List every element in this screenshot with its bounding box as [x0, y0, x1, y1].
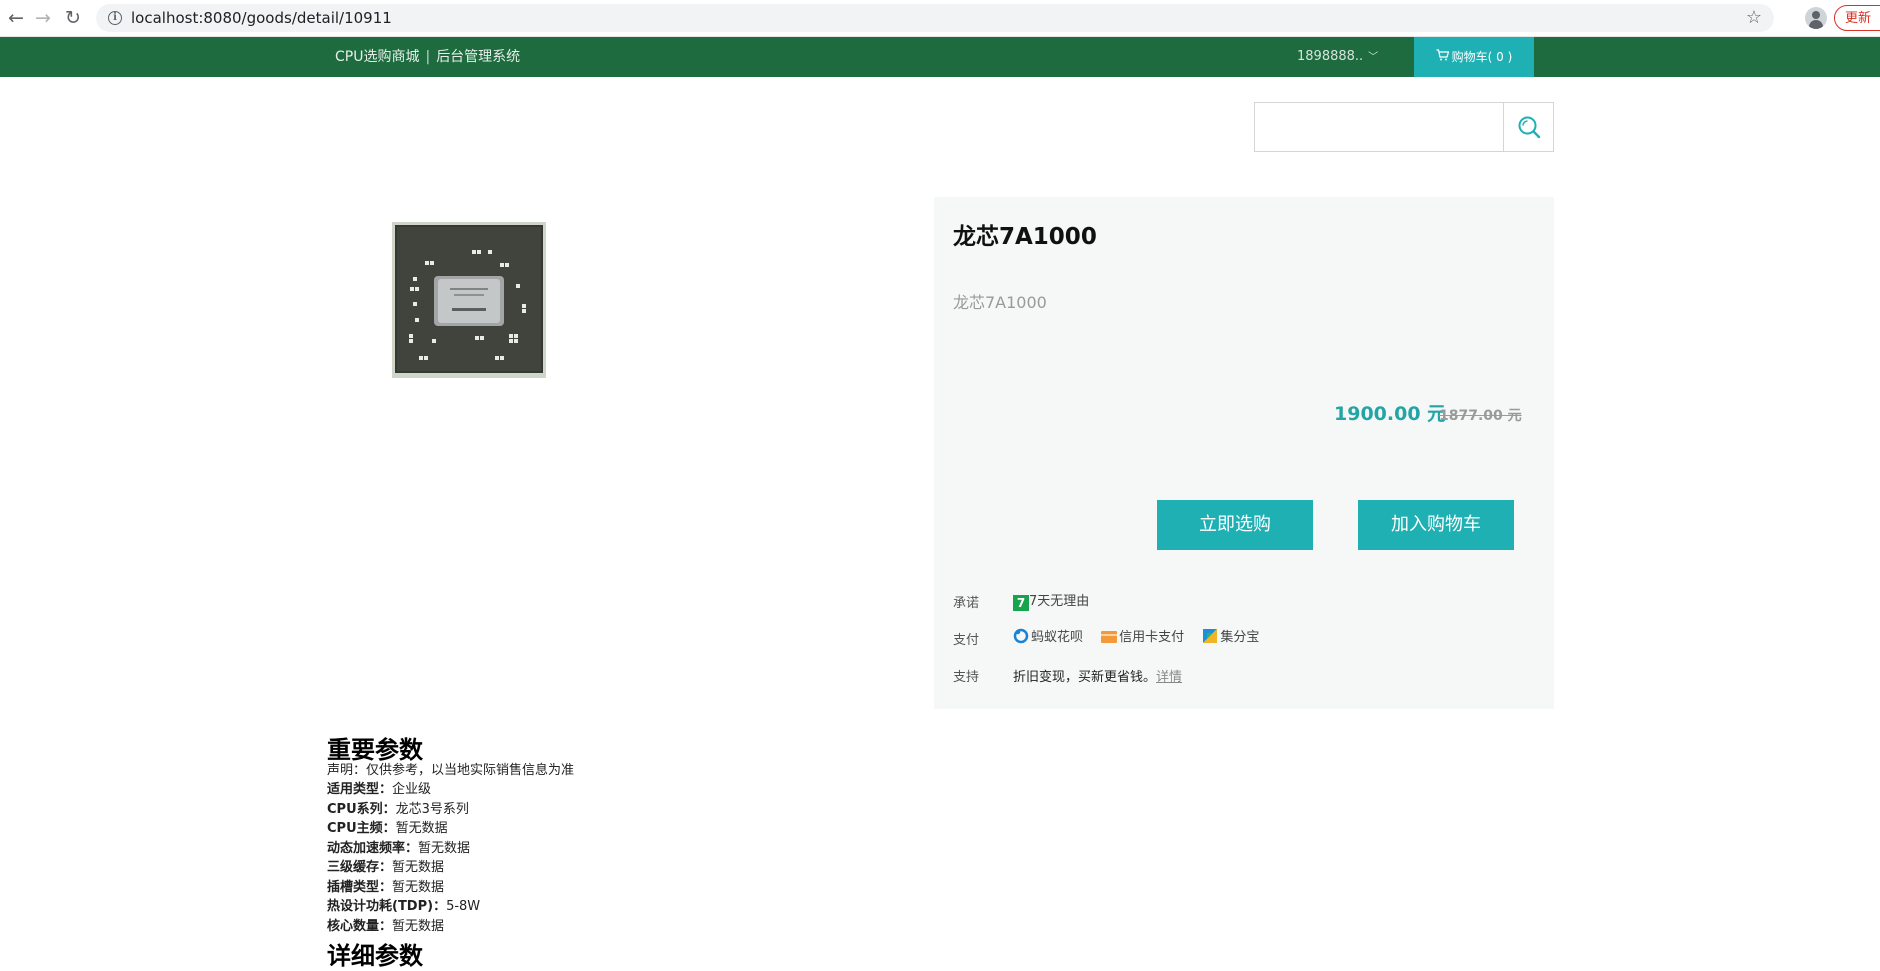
spec-key: CPU主频： — [327, 821, 396, 836]
promise-label: 承诺 — [953, 596, 980, 611]
cart-icon — [1436, 37, 1449, 77]
spec-value: 暂无数据 — [392, 919, 445, 934]
seven-days-icon: 7 — [1013, 595, 1029, 611]
spec-key: 插槽类型： — [327, 880, 393, 895]
profile-icon[interactable] — [1805, 7, 1827, 29]
spec-line: 适用类型：企业级 — [327, 780, 431, 799]
specs-heading: 重要参数 — [327, 736, 423, 764]
product-subtitle: 龙芯7A1000 — [953, 293, 1047, 312]
huabei-icon — [1013, 628, 1029, 644]
cart-label: 购物车( 0 ) — [1451, 50, 1513, 64]
spec-value: 5-8W — [446, 899, 481, 914]
search-input[interactable] — [1254, 102, 1504, 152]
support-text: 折旧变现，买新更省钱。 — [1013, 670, 1157, 685]
product-title: 龙芯7A1000 — [953, 224, 1097, 250]
brand-nav: CPU选购商城 | 后台管理系统 — [335, 37, 520, 77]
spec-value: 暂无数据 — [392, 860, 445, 875]
brand-link[interactable]: CPU选购商城 — [335, 49, 419, 65]
pay-method-label: 集分宝 — [1220, 630, 1260, 645]
cart-button[interactable]: 购物车( 0 ) — [1414, 37, 1534, 77]
address-bar[interactable]: i localhost:8080/goods/detail/10911 ☆ — [96, 4, 1774, 32]
browser-toolbar: ← → ↻ i localhost:8080/goods/detail/1091… — [0, 0, 1880, 37]
chevron-down-icon: ﹀ — [1368, 52, 1379, 63]
price-value: 1900.00 — [1334, 403, 1421, 425]
spec-value: 暂无数据 — [392, 880, 445, 895]
star-icon[interactable]: ☆ — [1746, 7, 1762, 29]
spec-line: 插槽类型：暂无数据 — [327, 878, 444, 897]
spec-line: 动态加速频率：暂无数据 — [327, 839, 470, 858]
search-icon — [1518, 116, 1541, 139]
support-value: 折旧变现，买新更省钱。详情 — [1013, 666, 1182, 685]
promise-text: 7天无理由 — [1029, 594, 1090, 609]
spec-value: 暂无数据 — [395, 821, 448, 836]
spec-key: CPU系列： — [327, 802, 396, 817]
pay-methods: 蚂蚁花呗 信用卡支付 集分宝 — [1013, 626, 1273, 645]
spec-line: 声明：仅供参考，以当地实际销售信息为准 — [327, 761, 574, 780]
spec-value: 企业级 — [392, 782, 432, 797]
product-info-panel: 龙芯7A1000 龙芯7A1000 1900.00 元 1877.00 元 立即… — [934, 197, 1554, 709]
spec-key: 动态加速频率： — [327, 841, 419, 856]
pay-method-credit-card[interactable]: 信用卡支付 — [1101, 630, 1188, 645]
site-header: CPU选购商城 | 后台管理系统 1898888.. ﹀ 购物车( 0 ) — [0, 37, 1880, 77]
spec-key: 热设计功耗(TDP)： — [327, 899, 447, 914]
user-name[interactable]: 1898888.. — [1297, 49, 1363, 64]
url-text[interactable]: localhost:8080/goods/detail/10911 — [131, 4, 392, 32]
pay-method-huabei[interactable]: 蚂蚁花呗 — [1013, 628, 1087, 645]
jifenbao-icon — [1203, 629, 1218, 643]
forward-icon[interactable]: → — [31, 6, 55, 30]
add-to-cart-button[interactable]: 加入购物车 — [1358, 500, 1514, 550]
original-price: 1877.00 元 — [1439, 408, 1522, 424]
product-image — [392, 222, 546, 378]
buy-now-button[interactable]: 立即选购 — [1157, 500, 1313, 550]
spec-value: 暂无数据 — [418, 841, 471, 856]
spec-line: 三级缓存：暂无数据 — [327, 858, 444, 877]
back-icon[interactable]: ← — [4, 6, 28, 30]
reload-icon[interactable]: ↻ — [61, 6, 85, 30]
product-price: 1900.00 元 — [1334, 399, 1446, 426]
spec-line: CPU系列：龙芯3号系列 — [327, 800, 469, 819]
pay-method-label: 信用卡支付 — [1119, 630, 1185, 645]
details-heading: 详细参数 — [327, 942, 423, 970]
spec-line: 热设计功耗(TDP)：5-8W — [327, 897, 480, 916]
spec-value: 声明：仅供参考，以当地实际销售信息为准 — [327, 763, 575, 778]
spec-line: CPU主频：暂无数据 — [327, 819, 448, 838]
brand-separator: | — [425, 49, 431, 65]
spec-key: 核心数量： — [327, 919, 393, 934]
spec-key: 适用类型： — [327, 782, 393, 797]
spec-line: 核心数量：暂无数据 — [327, 917, 444, 936]
update-button[interactable]: 更新 — [1834, 5, 1880, 31]
user-menu[interactable]: 1898888.. ﹀ — [1297, 37, 1378, 78]
promise-value: 7 7天无理由 — [1013, 590, 1089, 611]
spec-value: 龙芯3号系列 — [395, 802, 469, 817]
search-button[interactable] — [1503, 102, 1554, 152]
support-details-link[interactable]: 详情 — [1156, 670, 1182, 685]
pay-method-jifenbao[interactable]: 集分宝 — [1202, 629, 1260, 645]
info-icon[interactable]: i — [108, 11, 122, 25]
spec-key: 三级缓存： — [327, 860, 393, 875]
admin-link[interactable]: 后台管理系统 — [436, 49, 520, 65]
pay-label: 支付 — [953, 633, 980, 648]
credit-card-icon — [1101, 631, 1118, 643]
pay-method-label: 蚂蚁花呗 — [1031, 630, 1084, 645]
support-label: 支持 — [953, 670, 980, 685]
